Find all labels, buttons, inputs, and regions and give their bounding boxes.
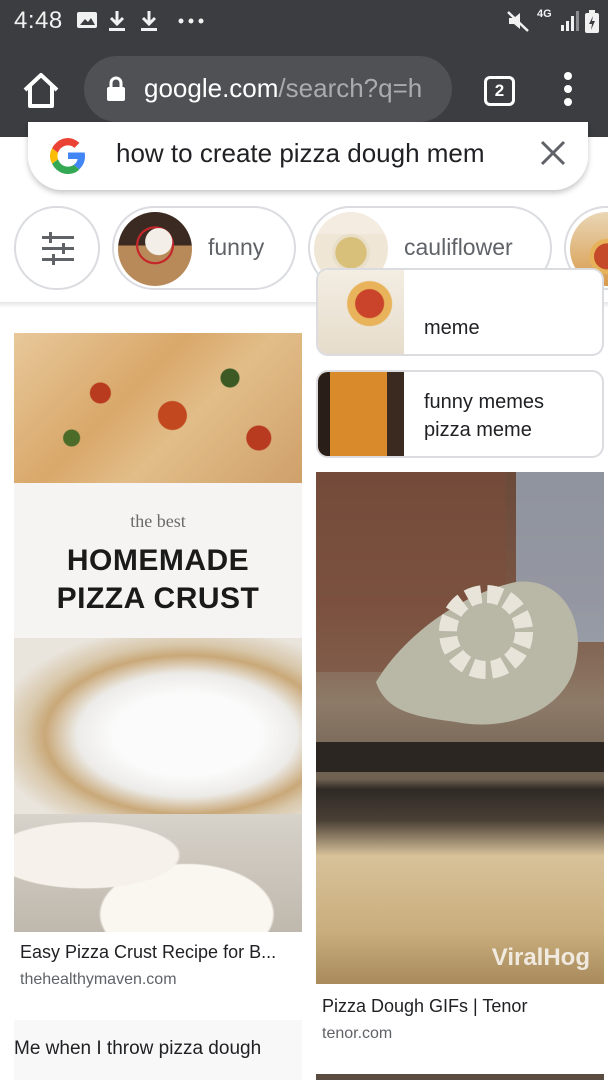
related-search-meme[interactable]: meme: [316, 268, 604, 356]
more-dots-icon: [178, 18, 204, 24]
result-source: thehealthymaven.com: [20, 971, 177, 988]
network-type: 4G: [537, 8, 552, 20]
result-title[interactable]: Pizza Dough GIFs | Tenor: [316, 996, 604, 1017]
image-caption-small: the best: [130, 511, 186, 531]
gif-frame-art: [316, 472, 604, 772]
chip-funny[interactable]: funny: [112, 206, 296, 290]
related-label-line2: pizza meme: [424, 419, 532, 441]
result-image-gif[interactable]: ViralHog: [316, 472, 604, 984]
result-image-title-panel: the best HOMEMADE PIZZA CRUST: [14, 483, 302, 638]
tab-switcher-button[interactable]: 2: [484, 76, 515, 106]
result-card-left[interactable]: the best HOMEMADE PIZZA CRUST Easy Pizza…: [14, 333, 302, 989]
result-source: tenor.com: [322, 1025, 393, 1042]
filter-chip[interactable]: [14, 206, 100, 290]
result-image-dough: [14, 814, 302, 932]
image-icon: [77, 12, 97, 28]
clear-icon[interactable]: [538, 138, 568, 168]
signal-icon: [561, 11, 579, 31]
url-domain: google.com: [144, 73, 279, 103]
more-vert-icon[interactable]: [556, 70, 580, 110]
search-box[interactable]: how to create pizza dough mem: [28, 122, 588, 190]
chip-thumbnail: [118, 212, 192, 286]
url-bar[interactable]: google.com/search?q=h: [84, 56, 452, 122]
download-icon: [109, 11, 125, 31]
image-caption-line2: PIZZA CRUST: [56, 582, 260, 615]
related-thumbnail: [318, 270, 404, 354]
url-text: google.com/search?q=h: [144, 73, 422, 104]
chip-label: funny: [208, 234, 265, 260]
result-image-pizza[interactable]: [14, 333, 302, 483]
gif-watermark: ViralHog: [491, 944, 590, 971]
result-caption: Me when I throw pizza dough: [14, 1038, 262, 1059]
download-icon: [141, 11, 157, 31]
related-label-line1: funny memes: [424, 391, 545, 413]
tune-icon: [42, 232, 74, 265]
mute-icon: [507, 11, 529, 32]
result-image-flour: [14, 638, 302, 814]
result-title[interactable]: Easy Pizza Crust Recipe for B...: [14, 942, 302, 963]
chip-label: cauliflower: [404, 234, 513, 260]
google-logo: [50, 138, 85, 174]
home-icon[interactable]: [20, 70, 62, 112]
related-search-funny-memes[interactable]: funny memes pizza meme: [316, 370, 604, 458]
status-time: 4:48: [14, 7, 63, 34]
lock-icon: [107, 76, 125, 101]
search-query: how to create pizza dough mem: [116, 138, 485, 168]
tab-count: 2: [494, 81, 505, 100]
battery-icon: [585, 10, 599, 33]
related-label: meme: [424, 317, 480, 339]
status-bar: 4:48 4G: [0, 0, 608, 42]
next-result-image[interactable]: [316, 1074, 604, 1080]
url-path: /search?q=h: [278, 73, 423, 103]
related-thumbnail: [318, 372, 404, 456]
image-caption-line1: HOMEMADE: [66, 544, 250, 577]
result-card-meme[interactable]: Me when I throw pizza dough: [14, 1020, 302, 1080]
result-card-right[interactable]: ViralHog Pizza Dough GIFs | Tenor tenor.…: [316, 472, 604, 1043]
